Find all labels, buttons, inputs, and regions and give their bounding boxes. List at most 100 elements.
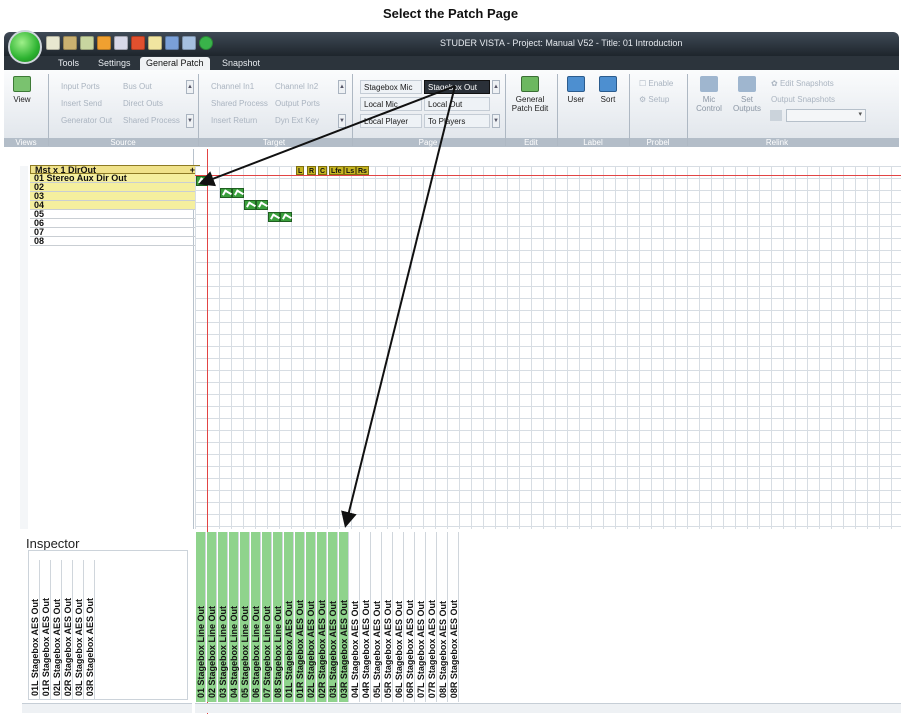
source-scroll-down[interactable]: ▼ <box>186 114 194 128</box>
column-header[interactable]: 03L Stagebox AES Out <box>328 532 338 702</box>
page-local-player[interactable]: Local Player <box>360 114 422 128</box>
edit-snapshots-button[interactable]: ✿ Edit Snapshots <box>768 77 858 91</box>
column-header[interactable]: 04R Stagebox AES Out <box>361 532 371 702</box>
inspector-horizontal-scrollbar[interactable] <box>22 703 192 713</box>
column-header[interactable]: 08R Stagebox AES Out <box>449 532 459 702</box>
column-header[interactable]: 06R Stagebox AES Out <box>405 532 415 702</box>
window-icon[interactable] <box>182 36 196 50</box>
page-stagebox-out[interactable]: Stagebox Out <box>424 80 490 94</box>
page-scroll-down[interactable]: ▼ <box>492 114 500 128</box>
column-header[interactable]: 07 Stagebox Line Out <box>262 532 272 702</box>
column-header[interactable]: 06 Stagebox Line Out <box>251 532 261 702</box>
row-item[interactable]: 08 <box>30 237 200 246</box>
column-header[interactable]: 05 Stagebox Line Out <box>240 532 250 702</box>
general-label: General <box>515 95 545 104</box>
column-header[interactable]: 07R Stagebox AES Out <box>427 532 437 702</box>
patch-matrix-grid[interactable] <box>195 166 901 529</box>
tab-snapshot[interactable]: Snapshot <box>216 57 266 70</box>
target-channel-in2[interactable]: Channel In2 <box>272 80 334 94</box>
page-scroll-up[interactable]: ▲ <box>492 80 500 94</box>
column-header[interactable]: 01L Stagebox AES Out <box>284 532 294 702</box>
general-patch-edit-button[interactable]: General Patch Edit <box>508 76 552 113</box>
row-item[interactable]: 02 <box>30 183 200 192</box>
column-header[interactable]: 07L Stagebox AES Out <box>416 532 426 702</box>
row-item[interactable]: 01 Stereo Aux Dir Out <box>30 174 200 183</box>
green-circle-icon[interactable] <box>199 36 213 50</box>
target-scroll-down[interactable]: ▼ <box>338 114 346 128</box>
row-item[interactable]: 04 <box>30 201 200 210</box>
grid-icon[interactable] <box>46 36 60 50</box>
snapshot-dropdown[interactable]: ▾ <box>786 109 866 122</box>
source-input-ports[interactable]: Input Ports <box>58 80 118 94</box>
column-header[interactable]: 01R Stagebox AES Out <box>295 532 305 702</box>
page-stagebox-mic[interactable]: Stagebox Mic <box>360 80 422 94</box>
gear-icon[interactable] <box>97 36 111 50</box>
column-header[interactable]: 03R Stagebox AES Out <box>339 532 349 702</box>
page-local-mic[interactable]: Local Mic <box>360 97 422 111</box>
column-header[interactable]: 02R Stagebox AES Out <box>317 532 327 702</box>
matrix-horizontal-scrollbar[interactable] <box>195 703 901 713</box>
inspector-column-label: 03L Stagebox AES Out <box>74 598 84 696</box>
column-header[interactable]: 02L Stagebox AES Out <box>306 532 316 702</box>
row-item[interactable]: 07 <box>30 228 200 237</box>
application-orb-button[interactable] <box>8 30 42 64</box>
probel-enable-checkbox[interactable]: ☐ Enable <box>636 77 686 91</box>
view-button[interactable]: View <box>8 76 36 104</box>
camera-icon[interactable] <box>63 36 77 50</box>
source-insert-send[interactable]: Insert Send <box>58 97 118 111</box>
row-item[interactable]: 03 <box>30 192 200 201</box>
source-bus-out[interactable]: Bus Out <box>120 80 182 94</box>
patch-cell[interactable] <box>244 200 256 210</box>
separator <box>48 74 49 146</box>
column-header[interactable]: 02 Stagebox Line Out <box>207 532 217 702</box>
row-header[interactable]: Mst x 1 DirOut + <box>30 165 200 175</box>
probel-setup-button[interactable]: ⚙ Setup <box>636 93 686 107</box>
target-shared-process[interactable]: Shared Process <box>208 97 270 111</box>
column-header[interactable]: 01 Stagebox Line Out <box>196 532 206 702</box>
tab-settings[interactable]: Settings <box>92 57 137 70</box>
source-scroll-up[interactable]: ▲ <box>186 80 194 94</box>
patch-cell[interactable] <box>220 188 232 198</box>
inspector-column: 02R Stagebox AES Out <box>63 560 73 700</box>
mic-control-button[interactable]: Mic Control <box>692 76 726 113</box>
tab-general-patch[interactable]: General Patch <box>140 57 210 70</box>
stop-icon[interactable] <box>131 36 145 50</box>
patch-cell[interactable] <box>232 188 244 198</box>
target-output-ports[interactable]: Output Ports <box>272 97 334 111</box>
page-to-players[interactable]: To Players <box>424 114 490 128</box>
inspector-column: 03R Stagebox AES Out <box>85 560 95 700</box>
row-vertical-scrollbar[interactable] <box>20 166 28 529</box>
tab-tools[interactable]: Tools <box>52 57 85 70</box>
column-header[interactable]: 06L Stagebox AES Out <box>394 532 404 702</box>
column-header[interactable]: 08L Stagebox AES Out <box>438 532 448 702</box>
target-insert-return[interactable]: Insert Return <box>208 114 270 128</box>
target-channel-in1[interactable]: Channel In1 <box>208 80 270 94</box>
row-item[interactable]: 06 <box>30 219 200 228</box>
row-item[interactable]: 05 <box>30 210 200 219</box>
network-icon[interactable] <box>80 36 94 50</box>
column-header[interactable]: 04L Stagebox AES Out <box>350 532 360 702</box>
patch-cell[interactable] <box>268 212 280 222</box>
set-outputs-button[interactable]: Set Outputs <box>730 76 764 113</box>
source-direct-outs[interactable]: Direct Outs <box>120 97 182 111</box>
source-generator-out[interactable]: Generator Out <box>58 114 118 128</box>
column-header[interactable]: 05R Stagebox AES Out <box>383 532 393 702</box>
document-icon[interactable] <box>148 36 162 50</box>
sort-button[interactable]: Sort <box>594 76 622 104</box>
patch-cell[interactable] <box>256 200 268 210</box>
user-label-button[interactable]: User <box>562 76 590 104</box>
panel-icon[interactable] <box>165 36 179 50</box>
column-header[interactable]: 08 Stagebox Line Out <box>273 532 283 702</box>
source-shared-process[interactable]: Shared Process <box>120 114 182 128</box>
column-header[interactable]: 05L Stagebox AES Out <box>372 532 382 702</box>
target-scroll-up[interactable]: ▲ <box>338 80 346 94</box>
column-header[interactable]: 03 Stagebox Line Out <box>218 532 228 702</box>
column-label: 04 Stagebox Line Out <box>229 605 239 698</box>
patch-cell[interactable] <box>196 176 208 186</box>
column-header[interactable]: 04 Stagebox Line Out <box>229 532 239 702</box>
page-local-out[interactable]: Local Out <box>424 97 490 111</box>
channel-label-rs: Rs <box>356 166 369 175</box>
patch-cell[interactable] <box>280 212 292 222</box>
target-dyn-ext-key[interactable]: Dyn Ext Key <box>272 114 334 128</box>
wizard-icon[interactable] <box>114 36 128 50</box>
